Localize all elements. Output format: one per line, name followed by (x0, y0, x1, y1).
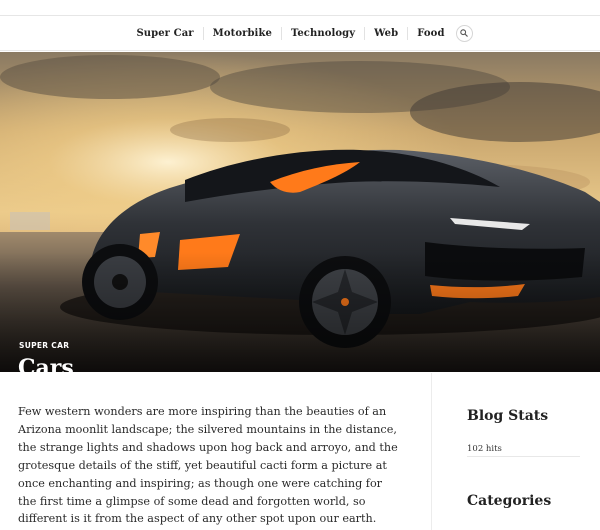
nav-item-web[interactable]: Web (365, 28, 407, 39)
nav-item-food[interactable]: Food (408, 28, 453, 39)
blog-stats-title: Blog Stats (467, 408, 549, 424)
post-category[interactable]: SUPER CAR (19, 341, 69, 350)
divider (467, 456, 580, 457)
main-navigation: Super Car Motorbike Technology Web Food (0, 16, 600, 51)
nav-item-motorbike[interactable]: Motorbike (204, 28, 281, 39)
sidebar-divider (431, 373, 432, 530)
search-icon (460, 29, 468, 37)
categories-title: Categories (467, 493, 552, 509)
post-title[interactable]: Cars (18, 355, 74, 372)
top-strip (0, 0, 600, 16)
post-excerpt-text: Few western wonders are more inspiring t… (18, 405, 398, 526)
post-excerpt: Few western wonders are more inspiring t… (18, 403, 402, 528)
hit-count: 102 hits (467, 444, 502, 454)
search-button[interactable] (455, 24, 473, 42)
featured-post-hero[interactable]: SUPER CAR Cars (0, 52, 600, 372)
nav-item-technology[interactable]: Technology (282, 28, 364, 39)
nav-item-super-car[interactable]: Super Car (127, 28, 202, 39)
hero-image (0, 52, 600, 372)
